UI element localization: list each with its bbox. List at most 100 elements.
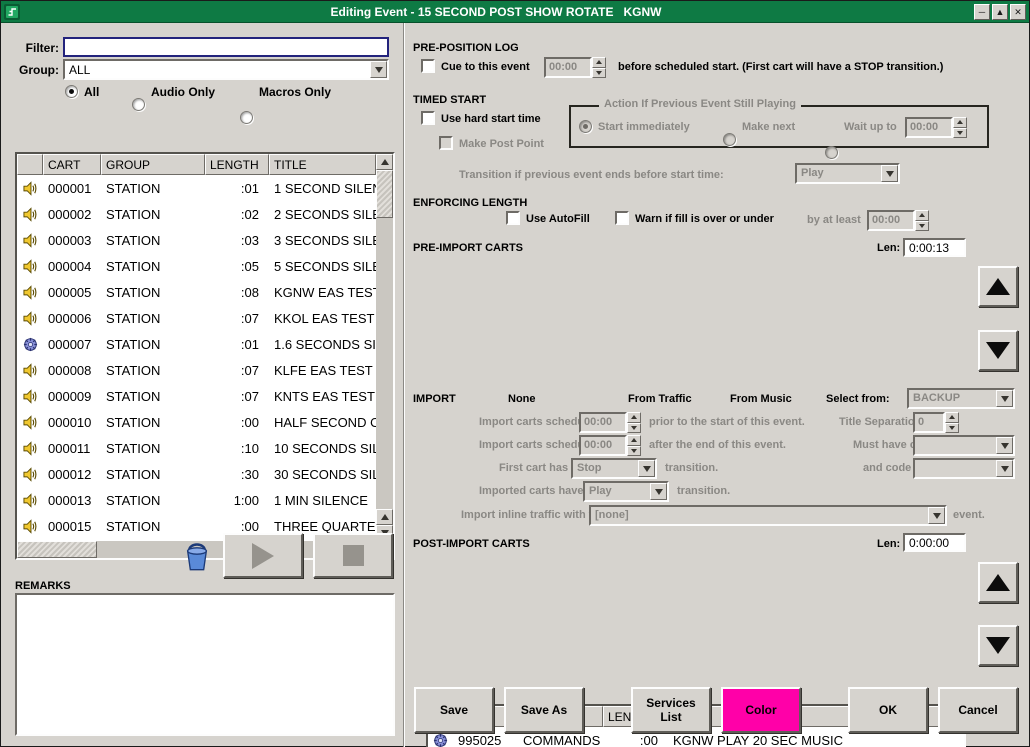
- pre-import-len-field[interactable]: 0:00:13: [903, 238, 966, 257]
- cart-row[interactable]: 000003 STATION :03 3 SECONDS SILE: [17, 227, 376, 253]
- cart-row[interactable]: 000002 STATION :02 2 SECONDS SILE: [17, 201, 376, 227]
- sched-after-note: after the end of this event.: [649, 439, 786, 451]
- title-separation-spinner[interactable]: 0: [913, 412, 959, 433]
- post-import-move-up-button[interactable]: [978, 562, 1018, 603]
- sched-prior-spinner[interactable]: 00:00: [579, 412, 641, 433]
- sched-after-spinner[interactable]: 00:00: [579, 435, 641, 456]
- cart-length: :08: [205, 285, 269, 300]
- wait-time-spinner[interactable]: 00:00: [905, 117, 967, 138]
- make-next-radio[interactable]: [723, 133, 736, 146]
- start-immediately-radio[interactable]: [579, 120, 592, 133]
- maximize-button[interactable]: ▲: [992, 4, 1008, 20]
- cart-number: 000002: [43, 207, 101, 222]
- radio-macros-only[interactable]: [240, 111, 253, 124]
- scrollbar-thumb[interactable]: [17, 541, 97, 558]
- cart-row[interactable]: 000012 STATION :30 30 SECONDS SIL: [17, 461, 376, 487]
- spin-down-icon[interactable]: [627, 423, 641, 434]
- radio-all[interactable]: [65, 85, 78, 98]
- spin-up-icon[interactable]: [627, 412, 641, 423]
- cart-group: STATION: [101, 389, 205, 404]
- scrollbar-track[interactable]: [97, 541, 344, 558]
- cancel-button[interactable]: Cancel: [938, 687, 1018, 733]
- and-code-select[interactable]: [913, 458, 1015, 479]
- remarks-textarea[interactable]: [17, 595, 393, 734]
- dropdown-arrow-icon[interactable]: [928, 507, 945, 524]
- radio-audio-only[interactable]: [132, 98, 145, 111]
- save-button[interactable]: Save: [414, 687, 494, 733]
- cart-row[interactable]: 000004 STATION :05 5 SECONDS SILE: [17, 253, 376, 279]
- cart-row[interactable]: 000008 STATION :07 KLFE EAS TEST I: [17, 357, 376, 383]
- pre-import-move-down-button[interactable]: [978, 330, 1018, 371]
- cart-row[interactable]: 000006 STATION :07 KKOL EAS TEST I: [17, 305, 376, 331]
- header-icon-col[interactable]: [17, 154, 43, 175]
- remarks-box[interactable]: [15, 593, 395, 736]
- must-have-code-select[interactable]: [913, 435, 1015, 456]
- dropdown-arrow-icon[interactable]: [996, 390, 1013, 407]
- inline-traffic-select[interactable]: [none]: [589, 505, 947, 526]
- make-post-point-checkbox[interactable]: [439, 136, 453, 150]
- spin-up-icon[interactable]: [945, 412, 959, 423]
- header-group[interactable]: GROUP: [101, 154, 205, 175]
- cart-row[interactable]: 000013 STATION 1:00 1 MIN SILENCE: [17, 487, 376, 513]
- by-at-least-spinner[interactable]: 00:00: [867, 210, 929, 231]
- spin-down-icon[interactable]: [592, 68, 606, 79]
- close-button[interactable]: ✕: [1010, 4, 1026, 20]
- inline-traffic-note: event.: [953, 509, 985, 521]
- header-cart[interactable]: CART: [43, 154, 101, 175]
- group-select[interactable]: ALL: [63, 59, 389, 80]
- stop-button[interactable]: [313, 533, 393, 578]
- dropdown-arrow-icon[interactable]: [650, 483, 667, 500]
- cue-to-event-checkbox[interactable]: [421, 59, 435, 73]
- spin-down-icon[interactable]: [627, 446, 641, 457]
- warn-fill-checkbox[interactable]: [615, 211, 629, 225]
- scroll-up-icon[interactable]: [376, 154, 393, 170]
- spin-down-icon[interactable]: [945, 423, 959, 434]
- hard-start-checkbox[interactable]: [421, 111, 435, 125]
- spin-up-icon[interactable]: [627, 435, 641, 446]
- dropdown-arrow-icon[interactable]: [996, 437, 1013, 454]
- pre-import-move-up-button[interactable]: [978, 266, 1018, 307]
- header-length[interactable]: LENGTH: [205, 154, 269, 175]
- post-import-len-field[interactable]: 0:00:00: [903, 533, 966, 552]
- spin-down-icon[interactable]: [953, 128, 967, 139]
- ok-button[interactable]: OK: [848, 687, 928, 733]
- wait-up-to-radio[interactable]: [825, 146, 838, 159]
- spin-up-icon[interactable]: [592, 57, 606, 68]
- header-title[interactable]: TITLE: [269, 154, 376, 175]
- filter-input[interactable]: [63, 37, 389, 57]
- dropdown-arrow-icon[interactable]: [370, 61, 387, 78]
- save-as-button[interactable]: Save As: [504, 687, 584, 733]
- scrollbar-track[interactable]: [376, 218, 393, 509]
- post-import-move-down-button[interactable]: [978, 625, 1018, 666]
- cart-row[interactable]: 000011 STATION :10 10 SECONDS SIL: [17, 435, 376, 461]
- spin-up-icon[interactable]: [953, 117, 967, 128]
- cart-group: STATION: [101, 311, 205, 326]
- transition-select[interactable]: Play: [795, 163, 900, 184]
- vertical-scrollbar[interactable]: [376, 154, 393, 541]
- cart-row[interactable]: 000001 STATION :01 1 SECOND SILEN: [17, 175, 376, 201]
- imported-carts-transition-select[interactable]: Play: [583, 481, 669, 502]
- title-bar[interactable]: Editing Event - 15 SECOND POST SHOW ROTA…: [1, 1, 1029, 23]
- color-button[interactable]: Color: [721, 687, 801, 733]
- play-button[interactable]: [223, 533, 303, 578]
- first-cart-transition-select[interactable]: Stop: [571, 458, 657, 479]
- services-list-button[interactable]: Services List: [631, 687, 711, 733]
- cue-time-spinner[interactable]: 00:00: [544, 57, 606, 78]
- scroll-up-icon[interactable]: [376, 509, 393, 525]
- select-from-select[interactable]: BACKUP: [907, 388, 1015, 409]
- group-label: Group:: [15, 63, 59, 77]
- spin-down-icon[interactable]: [915, 221, 929, 232]
- cart-row[interactable]: 000010 STATION :00 HALF SECOND O: [17, 409, 376, 435]
- title-separation-label: Title Separation: [839, 416, 921, 428]
- dropdown-arrow-icon[interactable]: [881, 165, 898, 182]
- scrollbar-thumb[interactable]: [376, 170, 393, 218]
- use-autofill-checkbox[interactable]: [506, 211, 520, 225]
- cart-row[interactable]: 000009 STATION :07 KNTS EAS TEST I: [17, 383, 376, 409]
- minimize-button[interactable]: ─: [974, 4, 990, 20]
- enforcing-length-section-label: ENFORCING LENGTH: [413, 197, 527, 209]
- cart-row[interactable]: 000005 STATION :08 KGNW EAS TEST: [17, 279, 376, 305]
- dropdown-arrow-icon[interactable]: [638, 460, 655, 477]
- spin-up-icon[interactable]: [915, 210, 929, 221]
- cart-row[interactable]: 000007 STATION :01 1.6 SECONDS SIL: [17, 331, 376, 357]
- dropdown-arrow-icon[interactable]: [996, 460, 1013, 477]
